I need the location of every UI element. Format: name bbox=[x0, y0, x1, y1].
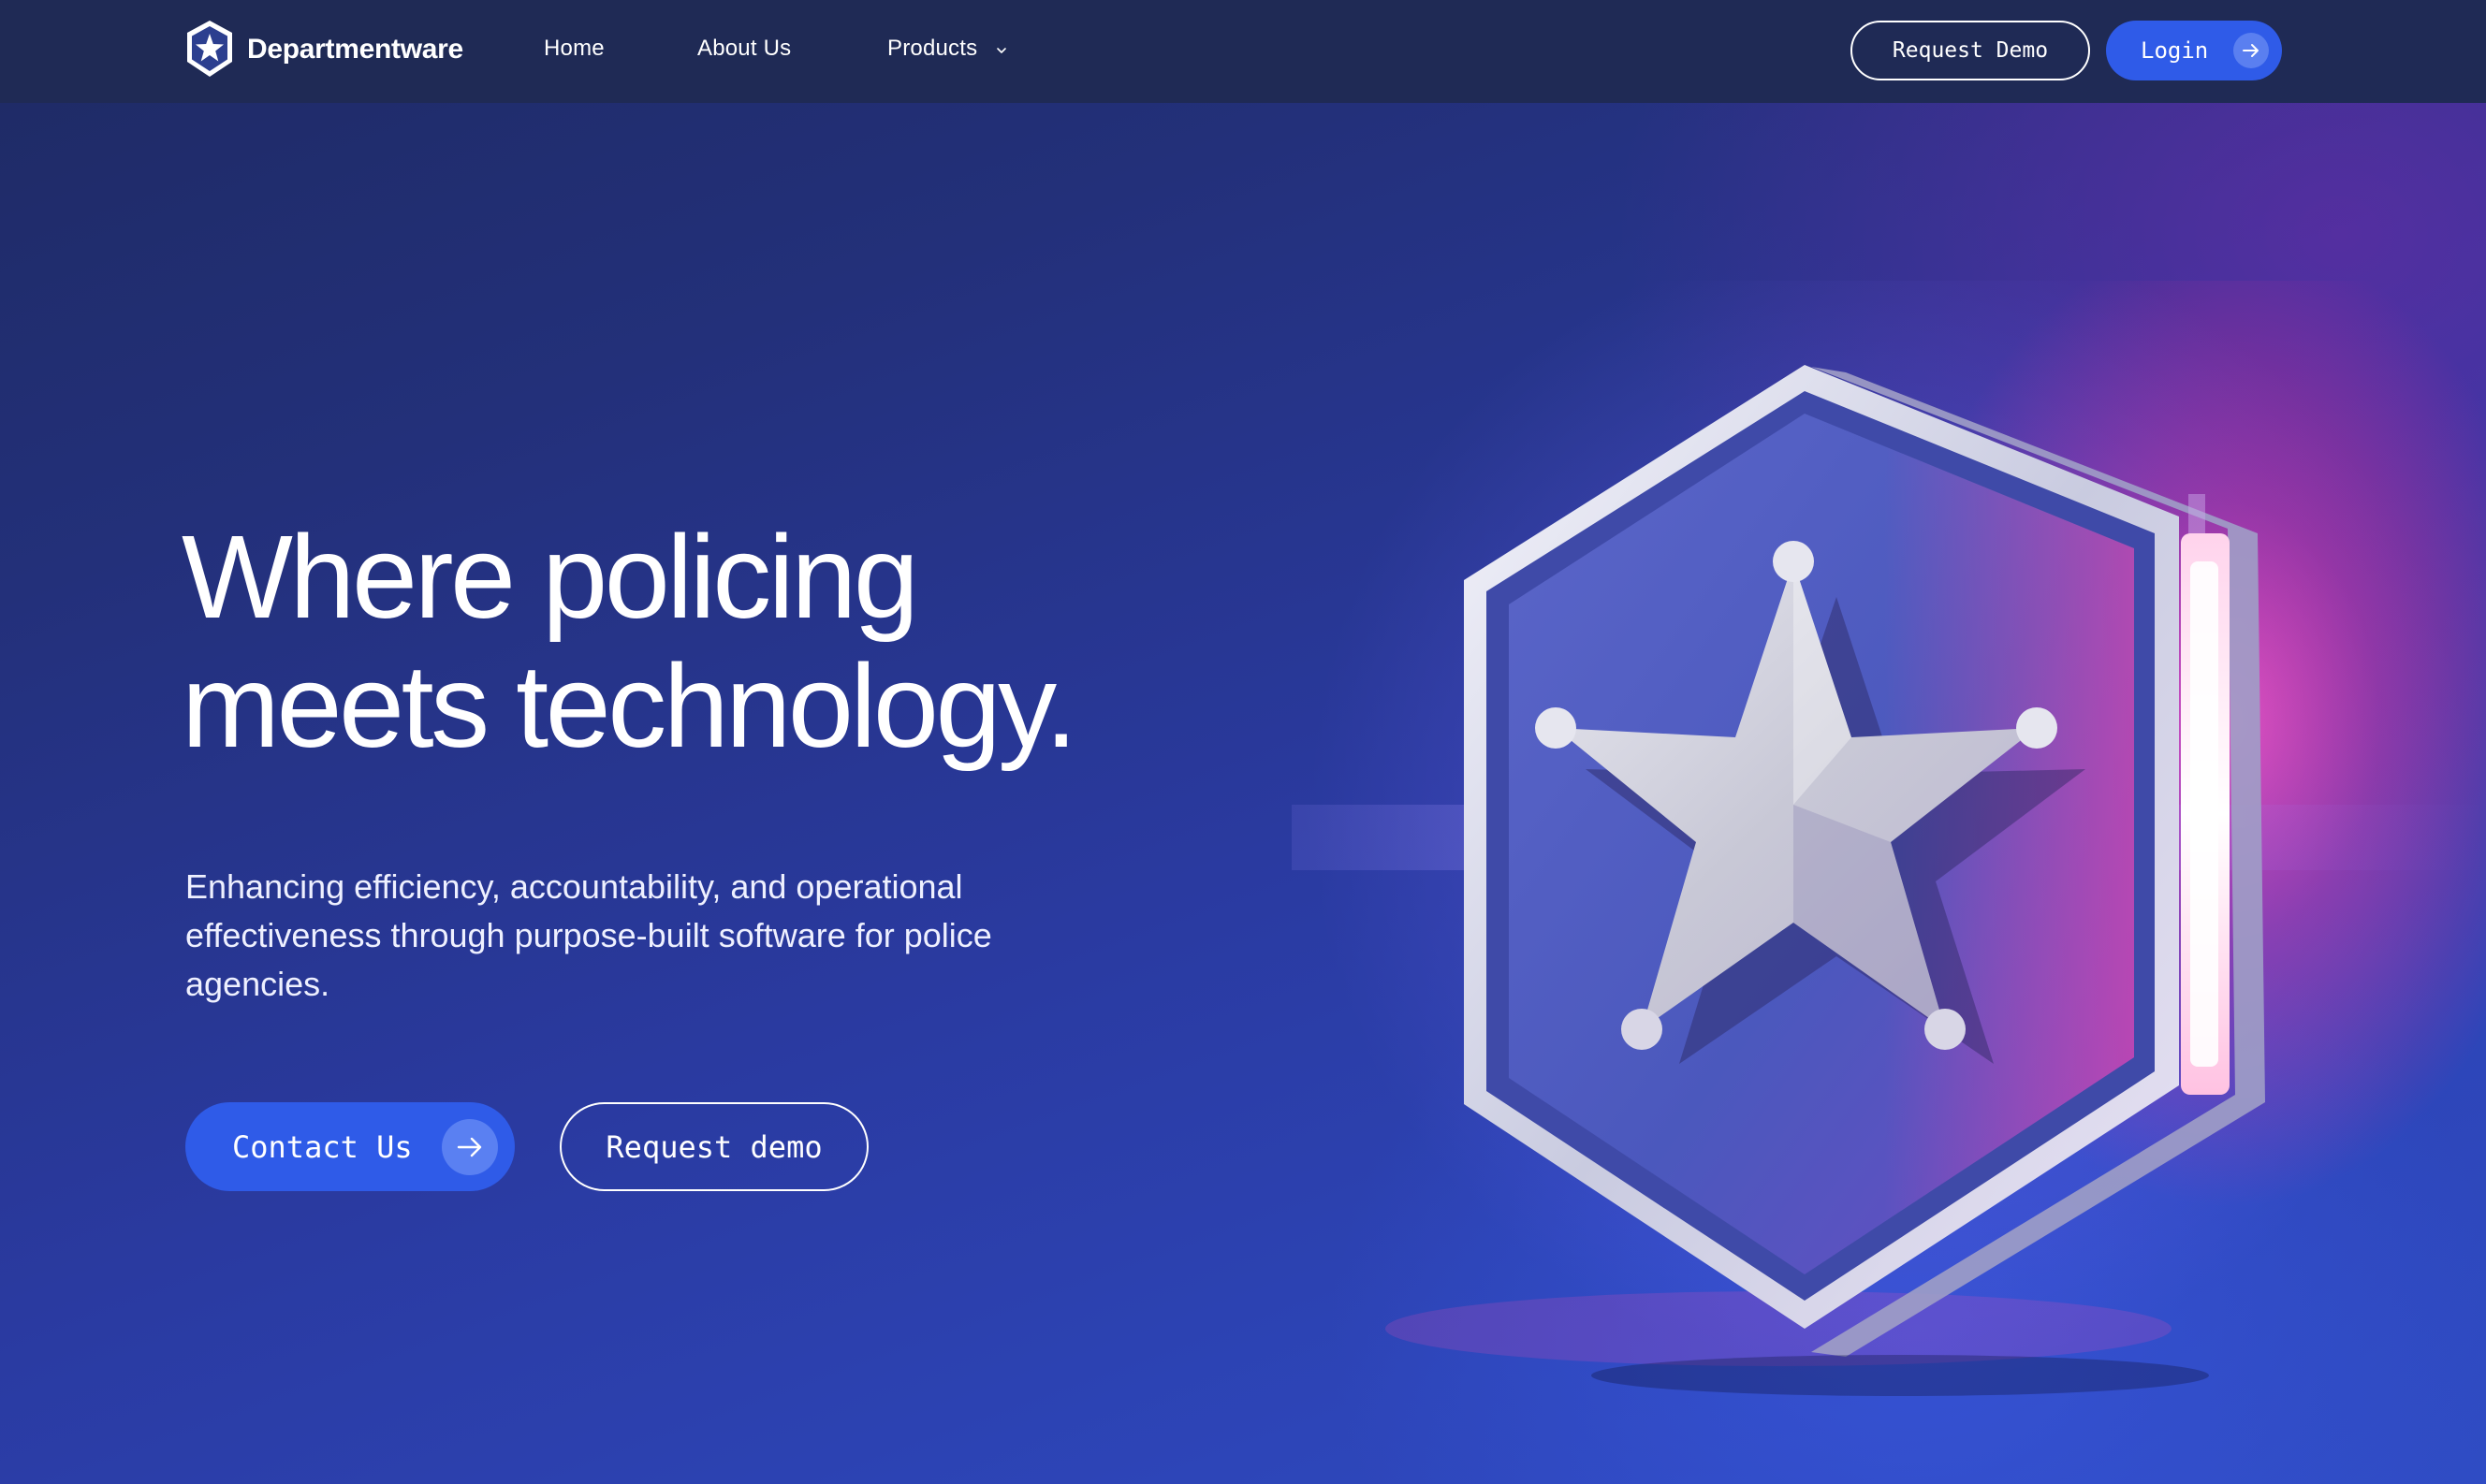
nav-home-link[interactable]: Home bbox=[544, 36, 605, 62]
police-badge-star-image bbox=[1292, 281, 2486, 1396]
contact-us-button[interactable]: Contact Us bbox=[185, 1102, 515, 1191]
hero-subtitle-line-3: agencies. bbox=[185, 965, 330, 1003]
hero-subtitle-line-2: effectiveness through purpose-built soft… bbox=[185, 916, 992, 954]
nav-request-demo-button[interactable]: Request Demo bbox=[1850, 21, 2090, 80]
arrow-right-icon bbox=[442, 1119, 498, 1175]
top-navbar: Departmentware Home About Us Products Re… bbox=[0, 0, 2486, 103]
login-label: Login bbox=[2141, 37, 2209, 64]
hero-title-line-1: Where policing bbox=[182, 511, 919, 643]
landing-page: Departmentware Home About Us Products Re… bbox=[0, 0, 2486, 1484]
login-button[interactable]: Login bbox=[2106, 21, 2282, 80]
hero-subtitle-line-1: Enhancing efficiency, accountability, an… bbox=[185, 867, 963, 906]
hero-request-demo-button[interactable]: Request demo bbox=[560, 1102, 869, 1191]
hero-title-line-2: meets technology. bbox=[182, 640, 1077, 772]
shield-star-icon bbox=[187, 21, 232, 77]
hero-request-demo-label: Request demo bbox=[606, 1128, 823, 1165]
chevron-down-icon bbox=[997, 48, 1007, 53]
nav-about-link[interactable]: About Us bbox=[697, 36, 791, 62]
nav-request-demo-label: Request Demo bbox=[1892, 38, 2049, 63]
hero-title: Where policing meets technology. bbox=[182, 513, 1305, 771]
brand-link[interactable]: Departmentware bbox=[183, 19, 463, 80]
brand-name: Departmentware bbox=[247, 34, 463, 65]
nav-products-label: Products bbox=[887, 36, 978, 61]
nav-products-dropdown[interactable]: Products bbox=[887, 36, 1009, 62]
contact-us-label: Contact Us bbox=[232, 1128, 413, 1165]
hero-subtitle: Enhancing efficiency, accountability, an… bbox=[185, 863, 1140, 1009]
arrow-right-icon bbox=[2233, 33, 2269, 68]
